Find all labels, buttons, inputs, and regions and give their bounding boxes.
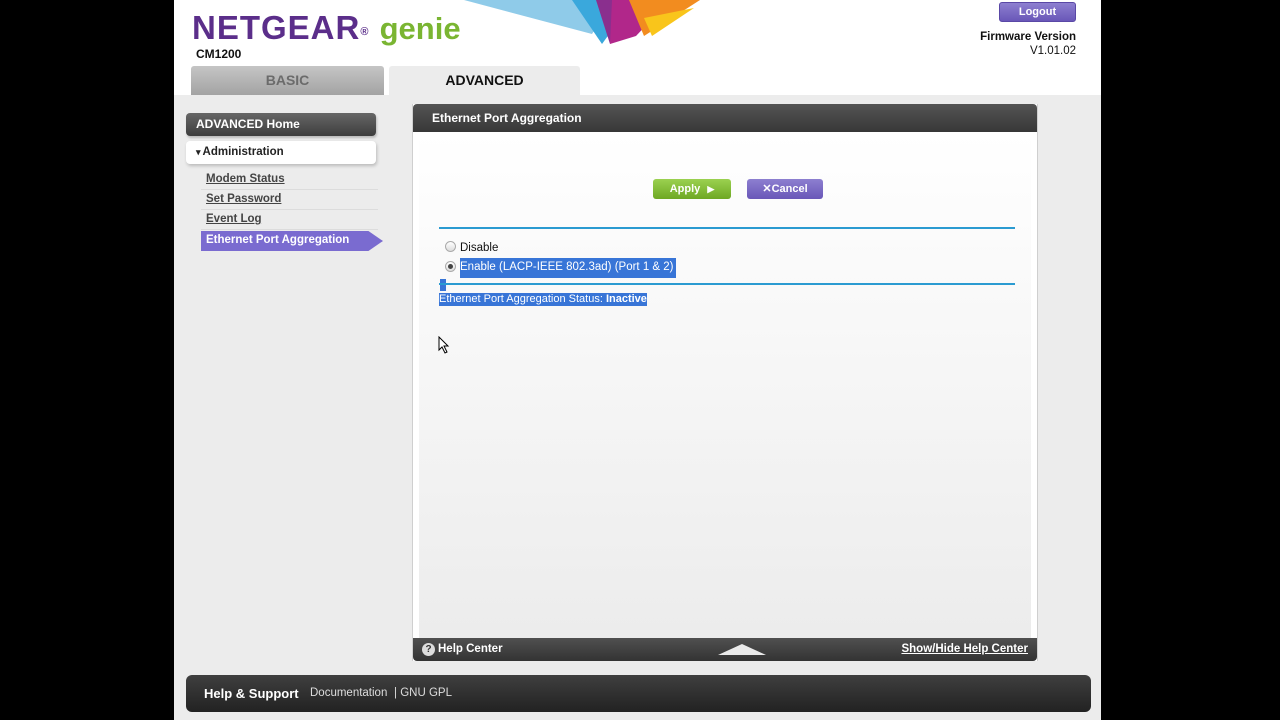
help-support-title: Help & Support (204, 686, 299, 701)
status-value: Inactive (605, 293, 647, 305)
header: NETGEAR® genie CM1200 Logout Firmware Ve… (174, 0, 1101, 95)
option-disable-label: Disable (460, 242, 499, 254)
play-icon: ▶ (707, 184, 715, 194)
sidebar-item-modem-status[interactable]: Modem Status (201, 170, 378, 190)
help-center-bar: ? Help Center Show/Hide Help Center (413, 638, 1037, 661)
documentation-link[interactable]: Documentation (310, 675, 387, 712)
option-enable-label: Enable (LACP-IEEE 802.3ad) (Port 1 & 2) (460, 258, 676, 278)
firmware-version-value: V1.01.02 (1029, 45, 1076, 57)
panel-title: Ethernet Port Aggregation (413, 104, 1037, 132)
cancel-button[interactable]: ✕Cancel (747, 179, 823, 199)
footer-separator: | (394, 687, 397, 699)
tab-advanced[interactable]: ADVANCED (389, 66, 580, 95)
administration-label: Administration (202, 146, 284, 158)
show-hide-help-link[interactable]: Show/Hide Help Center (901, 638, 1028, 661)
model-name: CM1200 (196, 47, 242, 61)
mouse-pointer-icon (438, 336, 450, 354)
registered-mark: ® (360, 26, 370, 38)
advanced-home-button[interactable]: ADVANCED Home (186, 113, 376, 136)
chevron-down-icon: ▾ (196, 147, 201, 157)
close-icon: ✕ (762, 183, 772, 195)
selection-marker (440, 279, 446, 291)
footer: Help & Support Documentation | GNU GPL (186, 675, 1091, 712)
cancel-label: Cancel (771, 183, 808, 195)
logout-button[interactable]: Logout (999, 2, 1076, 22)
router-admin-page: NETGEAR® genie CM1200 Logout Firmware Ve… (174, 0, 1101, 720)
sidebar-item-event-log[interactable]: Event Log (201, 210, 378, 230)
sidebar-item-set-password[interactable]: Set Password (201, 190, 378, 210)
apply-label: Apply (669, 183, 701, 195)
sidebar-item-ethernet-port-aggregation[interactable]: Ethernet Port Aggregation (201, 231, 383, 251)
divider-top (439, 227, 1015, 229)
help-center-label: Help Center (438, 643, 503, 655)
panel-body: Apply ▶ ✕Cancel Disable Enable (LACP-IEE… (419, 132, 1031, 638)
gpl-link[interactable]: | GNU GPL (394, 675, 452, 712)
help-icon: ? (422, 643, 435, 656)
apply-button[interactable]: Apply ▶ (653, 179, 731, 199)
brand-main: NETGEAR (192, 9, 361, 46)
expand-arrow-icon[interactable] (718, 644, 766, 655)
administration-section[interactable]: ▾ Administration (186, 141, 376, 164)
gpl-label: GNU GPL (400, 687, 452, 699)
settings-panel: Ethernet Port Aggregation Apply ▶ ✕Cance… (412, 104, 1038, 661)
tab-basic[interactable]: BASIC (191, 66, 384, 95)
radio-enable[interactable] (445, 261, 456, 272)
divider-bottom (439, 283, 1015, 285)
aggregation-status: Ethernet Port Aggregation Status: Inacti… (439, 293, 647, 306)
firmware-version-label: Firmware Version (980, 31, 1076, 43)
netgear-genie-logo: NETGEAR® genie (192, 10, 461, 47)
status-label: Ethernet Port Aggregation Status: (439, 293, 603, 305)
radio-disable[interactable] (445, 241, 456, 252)
decorative-graphic (464, 0, 700, 44)
brand-sub: genie (379, 11, 461, 46)
